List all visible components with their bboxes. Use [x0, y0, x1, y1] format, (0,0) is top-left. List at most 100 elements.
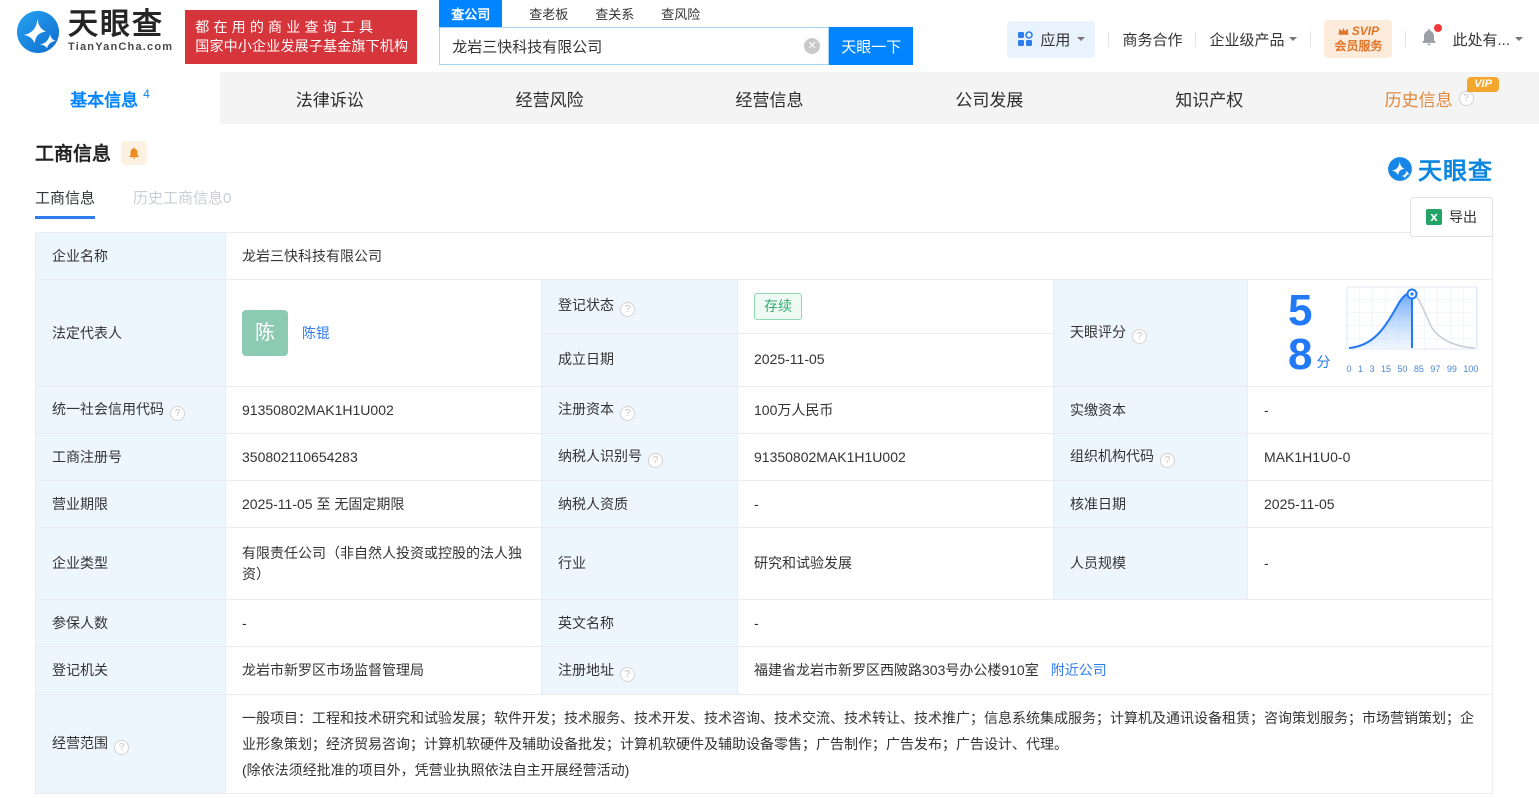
- tianyancha-logo-icon: [16, 10, 60, 54]
- table-row: 统一社会信用代码? 91350802MAK1H1U002 注册资本? 100万人…: [35, 386, 1493, 434]
- tab-legal[interactable]: 法律诉讼: [220, 72, 440, 124]
- svip-badge[interactable]: SVIP 会员服务: [1324, 20, 1393, 58]
- watermark-text: 天眼查: [1418, 158, 1493, 185]
- apps-label: 应用: [1040, 31, 1071, 49]
- legal-rep-link[interactable]: 陈锟: [302, 323, 330, 344]
- nav-enterprise[interactable]: 企业级产品: [1209, 29, 1298, 50]
- tab-operating-info[interactable]: 经营信息: [660, 72, 880, 124]
- establish-date-value: 2025-11-05: [737, 332, 1054, 387]
- tianyancha-logo[interactable]: 天眼查 TianYanCha.com: [15, 9, 173, 72]
- search-tab-risk[interactable]: 查风险: [661, 4, 700, 23]
- more-label: 此处有...: [1452, 31, 1510, 49]
- score-label: 天眼评分?: [1053, 279, 1248, 387]
- apps-grid-icon: [1018, 31, 1034, 46]
- help-icon[interactable]: ?: [114, 740, 129, 755]
- reg-authority-label: 登记机关: [35, 646, 226, 695]
- english-name-value: -: [737, 599, 1493, 647]
- subtab-history-business-info[interactable]: 历史工商信息0: [133, 187, 231, 219]
- company-name-label: 企业名称: [35, 232, 226, 280]
- score-chart: 01 3 15 50 85 97 99 100: [1346, 286, 1478, 380]
- tab-intellectual-property[interactable]: 知识产权: [1099, 72, 1319, 124]
- paid-capital-value: -: [1247, 386, 1493, 434]
- reg-status-label: 登记状态?: [541, 279, 738, 334]
- business-info-table: 企业名称 龙岩三快科技有限公司 法定代表人 陈 陈锟 登记状态? 存续 天眼评分…: [35, 232, 1493, 794]
- staff-size-value: -: [1247, 527, 1493, 600]
- sub-tabs: 工商信息 历史工商信息0: [35, 185, 1493, 219]
- reg-number-label: 工商注册号: [35, 433, 226, 481]
- taxpayer-quality-value: -: [737, 480, 1054, 528]
- search-tabs: 查公司 查老板 查关系 查风险: [439, 0, 913, 27]
- tab-basic-info[interactable]: 基本信息 4: [0, 72, 220, 124]
- insured-value: -: [225, 599, 542, 647]
- help-icon[interactable]: ?: [1132, 329, 1147, 344]
- divider: [1108, 31, 1110, 47]
- help-icon[interactable]: ?: [1160, 453, 1175, 468]
- chevron-down-icon: [1077, 37, 1086, 45]
- reg-capital-label: 注册资本?: [541, 386, 738, 434]
- company-type-value: 有限责任公司（非自然人投资或控股的法人独资）: [225, 527, 542, 600]
- tab-history-info[interactable]: VIP 历史信息 ?: [1319, 72, 1539, 124]
- approval-date-label: 核准日期: [1053, 480, 1248, 528]
- english-name-label: 英文名称: [541, 599, 738, 647]
- tab-operating-risk[interactable]: 经营风险: [440, 72, 660, 124]
- table-row: 工商注册号 350802110654283 纳税人识别号? 91350802MA…: [35, 433, 1493, 481]
- legal-rep-avatar[interactable]: 陈: [242, 310, 288, 356]
- help-icon[interactable]: ?: [648, 453, 663, 468]
- search-tab-company[interactable]: 查公司: [439, 0, 503, 27]
- reg-capital-value: 100万人民币: [737, 386, 1054, 434]
- monitor-bell-button[interactable]: [121, 140, 148, 165]
- nearby-companies-link[interactable]: 附近公司: [1051, 660, 1107, 681]
- divider: [1405, 31, 1407, 47]
- notification-bell[interactable]: [1419, 24, 1443, 51]
- company-name-value: 龙岩三快科技有限公司: [225, 232, 1493, 280]
- reg-number-value: 350802110654283: [225, 433, 542, 481]
- export-button[interactable]: X 导出: [1410, 197, 1493, 237]
- tab-label: 历史信息: [1384, 90, 1453, 110]
- approval-date-value: 2025-11-05: [1247, 480, 1493, 528]
- table-row: 登记机关 龙岩市新罗区市场监督管理局 注册地址? 福建省龙岩市新罗区西陂路303…: [35, 646, 1493, 695]
- table-row: 经营范围? 一般项目：工程和技术研究和试验发展；软件开发；技术服务、技术开发、技…: [35, 694, 1493, 794]
- business-scope-note: (除依法须经批准的项目外，凭营业执照依法自主开展经营活动): [242, 762, 630, 778]
- search-button[interactable]: 天眼一下: [829, 27, 914, 65]
- search-tab-boss[interactable]: 查老板: [529, 4, 568, 23]
- help-icon[interactable]: ?: [1458, 90, 1474, 106]
- nav-cooperation[interactable]: 商务合作: [1122, 29, 1182, 50]
- search-block: 查公司 查老板 查关系 查风险 ✕ 天眼一下: [439, 0, 914, 72]
- section-title: 工商信息: [35, 144, 112, 165]
- credit-code-value: 91350802MAK1H1U002: [225, 386, 542, 434]
- business-scope-label: 经营范围?: [35, 694, 226, 794]
- taxpayer-id-value: 91350802MAK1H1U002: [737, 433, 1054, 481]
- establish-date-label: 成立日期: [541, 332, 738, 387]
- nav-more[interactable]: 此处有...: [1452, 29, 1523, 50]
- svip-label: SVIP: [1351, 24, 1380, 38]
- score-unit: 分: [1316, 354, 1331, 370]
- watermark-logo: 天眼查: [1387, 151, 1493, 186]
- svip-sub-label: 会员服务: [1334, 39, 1383, 53]
- tab-label: 基本信息: [70, 90, 139, 110]
- help-icon[interactable]: ?: [620, 302, 635, 318]
- credit-code-label: 统一社会信用代码?: [35, 386, 226, 434]
- enterprise-label: 企业级产品: [1209, 31, 1285, 49]
- business-info-section: 工商信息 天眼查 工商信息 历史工商信息0 X 导出 企业名称 龙岩三快科技有限…: [0, 139, 1539, 794]
- crown-icon: [1338, 27, 1349, 35]
- chevron-down-icon: [1515, 37, 1523, 45]
- search-tab-relation[interactable]: 查关系: [595, 4, 634, 23]
- term-value: 2025-11-05 至 无固定期限: [225, 480, 542, 528]
- watermark-logo-icon: [1388, 156, 1412, 181]
- subtab-business-info[interactable]: 工商信息: [35, 187, 96, 219]
- reg-address-value: 福建省龙岩市新罗区西陂路303号办公楼910室: [754, 662, 1039, 678]
- search-input[interactable]: [439, 27, 830, 65]
- taxpayer-quality-label: 纳税人资质: [541, 480, 738, 528]
- taxpayer-id-label: 纳税人识别号?: [541, 433, 738, 481]
- tab-company-development[interactable]: 公司发展: [879, 72, 1099, 124]
- industry-value: 研究和试验发展: [737, 527, 1054, 600]
- help-icon[interactable]: ?: [620, 406, 635, 421]
- insured-label: 参保人数: [35, 599, 226, 647]
- paid-capital-label: 实缴资本: [1053, 386, 1248, 434]
- help-icon[interactable]: ?: [170, 406, 185, 421]
- apps-menu[interactable]: 应用: [1007, 20, 1096, 58]
- help-icon[interactable]: ?: [620, 666, 635, 682]
- brand-slogan: 都在用的商业查询工具 国家中小企业发展子基金旗下机构: [185, 10, 418, 64]
- table-row: 企业名称 龙岩三快科技有限公司: [35, 232, 1493, 280]
- export-label: 导出: [1449, 209, 1477, 225]
